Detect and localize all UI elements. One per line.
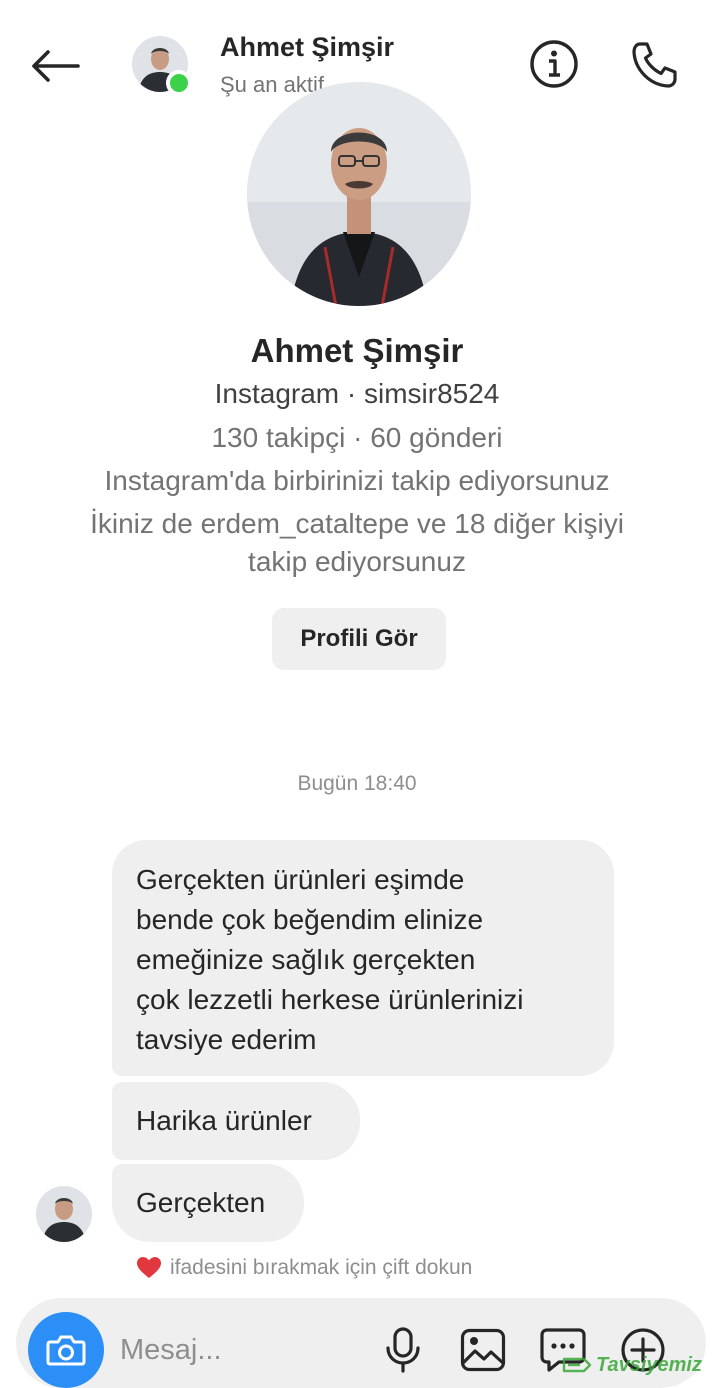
message-bubble[interactable]: Gerçekten [112, 1164, 304, 1242]
profile-name: Ahmet Şimşir [250, 332, 464, 369]
arrow-left-icon [32, 50, 80, 82]
profile-platform-username: Instagram · simsir8524 [214, 378, 500, 409]
camera-button[interactable] [28, 1312, 104, 1388]
info-button[interactable] [528, 38, 580, 90]
back-button[interactable] [28, 42, 82, 90]
message-line: Gerçekten ürünleri eşimde [136, 864, 465, 895]
message-bubble[interactable]: Harika ürünler [112, 1082, 360, 1160]
message-line: tavsiye ederim [136, 1024, 317, 1055]
camera-icon [46, 1335, 86, 1366]
watermark-logo-icon [562, 1357, 592, 1373]
voice-message-button[interactable] [378, 1324, 428, 1376]
profile-stats: 130 takipçi · 60 gönderi [211, 422, 503, 453]
profile-common-follows-line-1: İkiniz de erdem_cataltepe ve 18 diğer ki… [90, 508, 624, 539]
voice-call-button[interactable] [628, 38, 682, 92]
heart-icon [137, 1257, 161, 1278]
info-circle-icon [530, 40, 578, 88]
message-line: bende çok beğendim elinize [136, 904, 484, 935]
watermark-text: Tavsiyemiz [596, 1353, 702, 1376]
microphone-icon [386, 1327, 420, 1373]
sender-avatar[interactable] [36, 1186, 92, 1242]
reaction-hint: ifadesini bırakmak için çift dokun [136, 1254, 472, 1282]
message-bubble[interactable]: Gerçekten ürünleri eşimde bende çok beğe… [112, 840, 614, 1076]
profile-photo[interactable] [247, 82, 471, 306]
phone-icon [632, 42, 677, 88]
message-line: çok lezzetli herkese ürünlerinizi [136, 984, 524, 1015]
profile-mutual-follow: Instagram'da birbirinizi takip ediyorsun… [104, 465, 610, 496]
message-line: emeğinize sağlık gerçekten [136, 944, 476, 975]
view-profile-button[interactable]: Profili Gör [272, 608, 446, 670]
reaction-hint-text: ifadesini bırakmak için çift dokun [170, 1256, 473, 1279]
image-icon [460, 1328, 506, 1372]
gallery-button[interactable] [458, 1324, 508, 1376]
profile-common-follows-line-2: takip ediyorsunuz [248, 546, 466, 577]
header-contact-name[interactable]: Ahmet Şimşir [220, 32, 394, 63]
message-input[interactable] [120, 1322, 360, 1378]
watermark: Tavsiyemiz [562, 1350, 702, 1380]
active-status-dot [166, 70, 192, 96]
message-timestamp: Bugün 18:40 [297, 772, 417, 795]
